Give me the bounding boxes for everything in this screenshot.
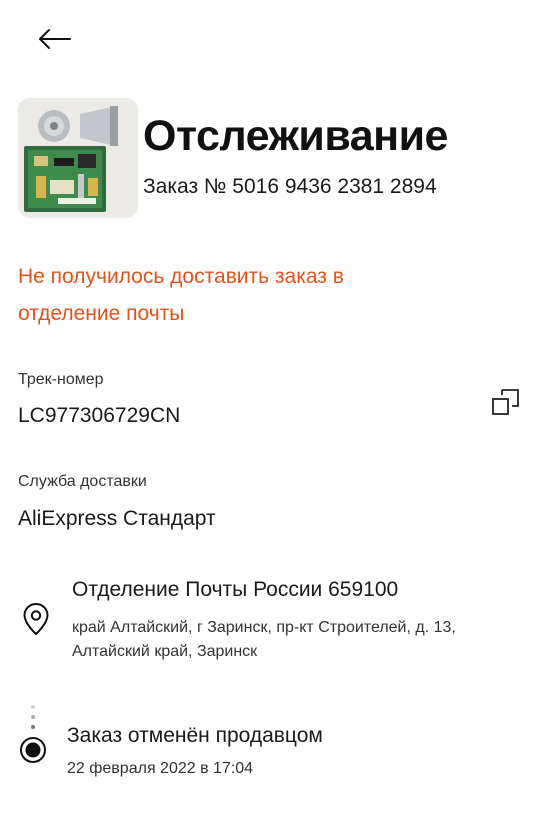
pickup-point-address: край Алтайский, г Заринск, пр-кт Строите… [72, 619, 456, 660]
timeline-event-date: 22 февраля 2022 в 17:04 [67, 760, 254, 777]
delivery-service-label: Служба доставки [18, 473, 147, 490]
pickup-point-name: Отделение Почты России 659100 [72, 578, 399, 601]
product-thumbnail [18, 98, 138, 218]
tracking-number-label: Трек-номер [18, 371, 104, 388]
arrow-left-icon [39, 29, 71, 49]
copy-button[interactable] [490, 386, 522, 418]
timeline-event-title: Заказ отменён продавцом [67, 724, 323, 747]
location-pin-icon [22, 602, 50, 636]
page-title: Отслеживание [143, 112, 448, 160]
delivery-service-value: AliExpress Стандарт [18, 507, 216, 530]
timeline-marker-icon [19, 736, 47, 764]
delivery-status-alert: Не получилось доставить заказ в отделени… [18, 265, 344, 325]
copy-icon [492, 389, 519, 415]
tracking-number-value: LC977306729CN [18, 404, 181, 427]
timeline-connector [30, 704, 36, 732]
back-button[interactable] [34, 22, 74, 56]
order-number: Заказ № 5016 9436 2381 2894 [143, 175, 437, 198]
